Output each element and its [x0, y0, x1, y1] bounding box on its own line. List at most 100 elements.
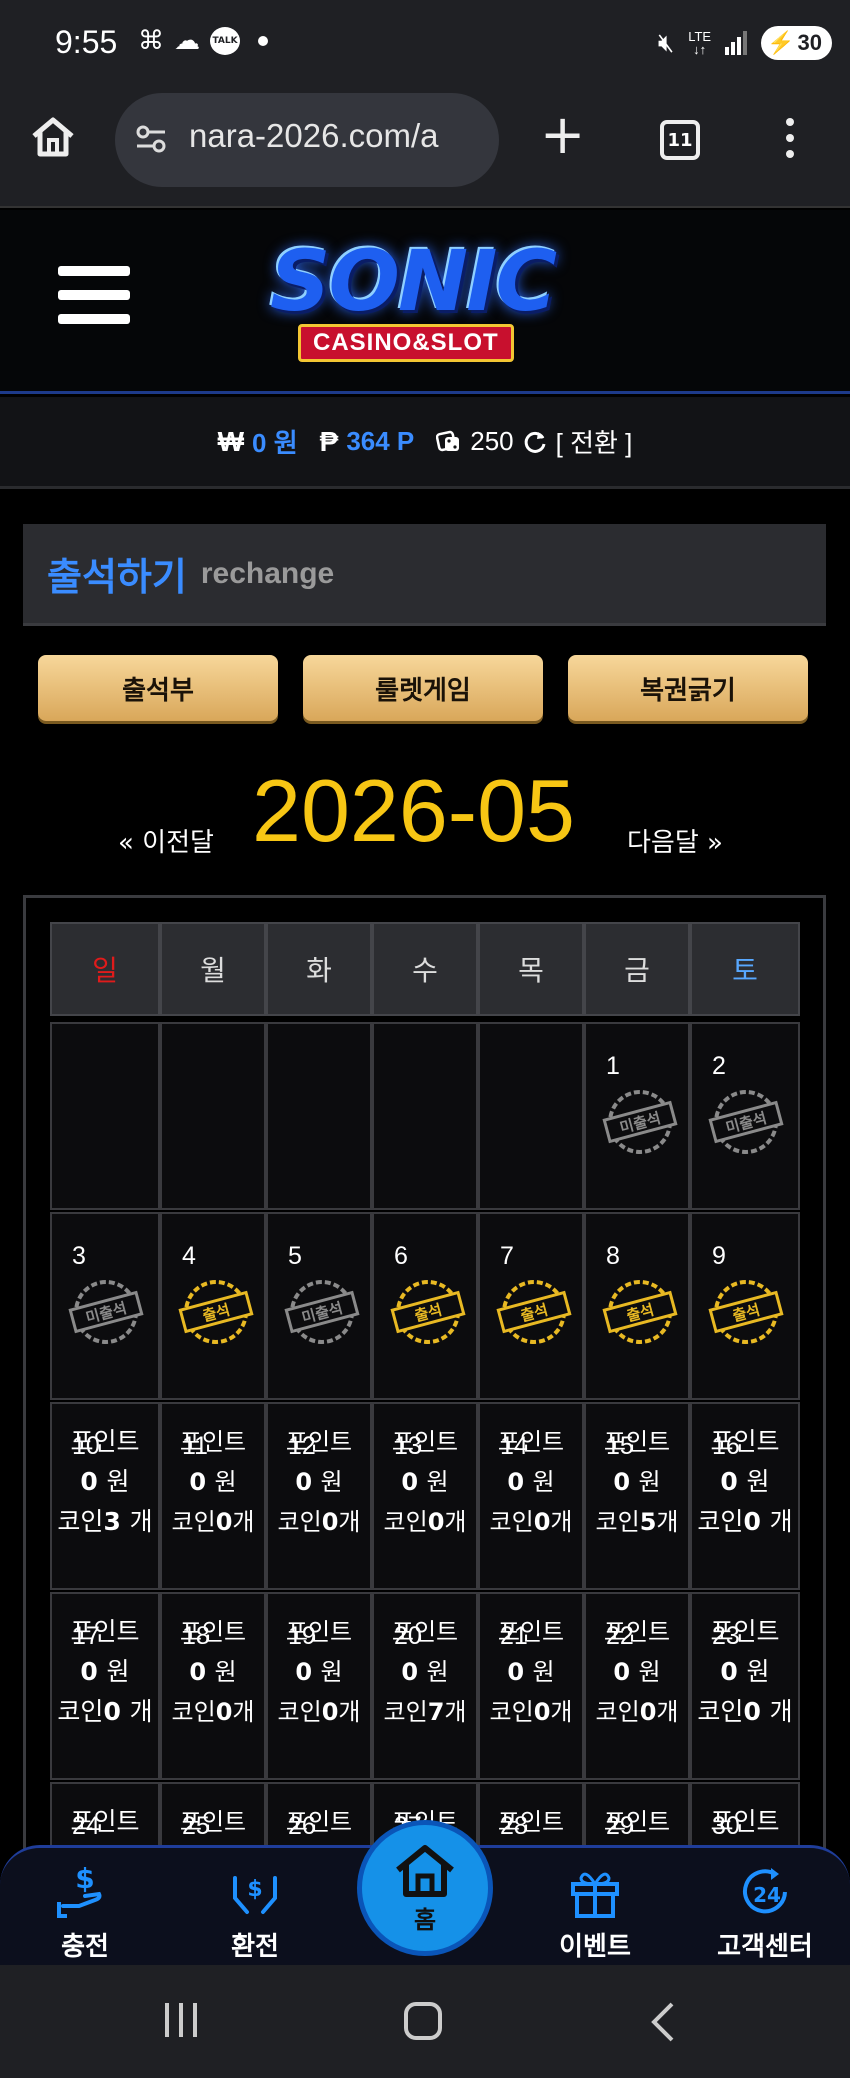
url-text[interactable]: nara-2026.com/a [189, 117, 489, 155]
calendar-day-cell[interactable]: 21 포인트 0 원 코인0개 [478, 1592, 584, 1780]
coin-value: 0 [533, 1508, 551, 1536]
day-number: 4 [182, 1242, 196, 1270]
point-label: 포인트 [710, 1807, 780, 1836]
point-label: 포인트 [603, 1428, 671, 1456]
talk-icon: TALK [210, 27, 240, 55]
coin-unit: 개 [129, 1507, 153, 1536]
nav-home-button[interactable]: 홈 [357, 1820, 493, 1956]
switch-button[interactable]: [ 전환 ] [556, 423, 633, 460]
coin-value: 0 [215, 1698, 233, 1726]
hamburger-menu-icon[interactable] [58, 266, 130, 338]
browser-home-icon[interactable] [30, 114, 76, 160]
day-reward-info: 포인트0 원코인0개 [586, 1612, 688, 1732]
calendar-day-cell[interactable]: 13 포인트 0 원 코인0개 [372, 1402, 478, 1590]
calendar-day-cell[interactable]: 23 포인트 0 원 코인0 개 [690, 1592, 800, 1780]
calendar-day-cell[interactable]: 22 포인트 0 원 코인0개 [584, 1592, 690, 1780]
day-reward-info: 포인트0 원코인0 개 [692, 1612, 798, 1732]
nav-event[interactable]: 이벤트 [520, 1858, 670, 1963]
nav-deposit-label: 충전 [61, 1932, 109, 1962]
calendar-day-cell[interactable]: 10 포인트 0 원 코인3 개 [50, 1402, 160, 1590]
coin-label: 코인 [57, 1697, 104, 1726]
calendar-day-cell[interactable]: 16 포인트 0 원 코인0 개 [690, 1402, 800, 1590]
coin-value: 0 [427, 1508, 445, 1536]
point-label: 포인트 [497, 1808, 565, 1836]
battery-indicator: ⚡ 30 [761, 26, 832, 60]
nav-support[interactable]: 24 고객센터 [690, 1858, 840, 1963]
point-value: 0 [720, 1467, 738, 1496]
calendar-day-cell[interactable]: 6 출석 [372, 1212, 478, 1400]
day-number: 9 [712, 1242, 726, 1270]
weekday-header-cell: 토 [690, 922, 800, 1016]
coin-label: 코인 [697, 1697, 744, 1726]
calendar-day-cell[interactable]: 5 미출석 [266, 1212, 372, 1400]
coin-unit: 개 [338, 1508, 361, 1536]
calendar-day-cell[interactable]: 8 출석 [584, 1212, 690, 1400]
point-value: 0 [295, 1658, 313, 1686]
cash-balance: ₩ 0 원 [218, 423, 298, 460]
svg-text:$: $ [247, 1877, 262, 1902]
system-icons: 🔇︎ LTE ↓↑ ⚡ 30 [658, 26, 832, 60]
notification-icons: ⌘ ☁ TALK [138, 26, 268, 56]
site-settings-icon[interactable] [135, 123, 167, 155]
nav-deposit[interactable]: $ 충전 [10, 1858, 160, 1963]
calendar-day-cell[interactable]: 1 미출석 [584, 1022, 690, 1210]
calendar-week-row: 1 미출석 2 미출석 [50, 1022, 800, 1210]
calendar-day-cell[interactable]: 11 포인트 0 원 코인0개 [160, 1402, 266, 1590]
point-label: 포인트 [70, 1427, 140, 1456]
new-tab-button[interactable]: + [540, 108, 585, 162]
address-bar[interactable]: nara-2026.com/a [115, 93, 499, 187]
coin-label: 코인 [595, 1508, 640, 1536]
refresh-icon[interactable] [522, 429, 548, 455]
day-reward-info: 포인트0 원코인0개 [480, 1422, 582, 1542]
site-logo[interactable]: SONIC CASINO&SLOT [250, 232, 610, 370]
month-navigation: « 이전달 2026-05 다음달 » [0, 760, 850, 870]
system-home-button[interactable] [404, 2002, 442, 2040]
weekday-header-cell: 화 [266, 922, 372, 1016]
won-unit: 원 [746, 1467, 770, 1496]
point-label: 포인트 [710, 1617, 780, 1646]
attendance-book-button[interactable]: 출석부 [38, 655, 278, 721]
attendance-calendar: 일월화수목금토 1 미출석 2 미출석 3 미출석 4 출석 5 미출석 6 출석 7 출석 8 출석 9 출석 1… [23, 895, 826, 1855]
browser-menu-button[interactable] [786, 118, 794, 158]
tab-switcher-button[interactable]: 11 [660, 120, 700, 160]
roulette-game-button[interactable]: 룰렛게임 [303, 655, 543, 721]
next-month-link[interactable]: 다음달 » [627, 822, 723, 859]
calendar-day-cell[interactable]: 12 포인트 0 원 코인0개 [266, 1402, 372, 1590]
recent-apps-button[interactable] [165, 2003, 197, 2037]
calendar-day-cell[interactable]: 3 미출석 [50, 1212, 160, 1400]
nav-exchange[interactable]: $ 환전 [180, 1858, 330, 1963]
calendar-day-cell[interactable]: 18 포인트 0 원 코인0개 [160, 1592, 266, 1780]
calendar-day-cell[interactable]: 15 포인트 0 원 코인5개 [584, 1402, 690, 1590]
calendar-day-cell[interactable]: 14 포인트 0 원 코인0개 [478, 1402, 584, 1590]
calendar-empty-cell [478, 1022, 584, 1210]
mute-icon: 🔇︎ [657, 27, 675, 58]
day-number: 1 [606, 1052, 620, 1080]
point-value: 0 [295, 1468, 313, 1496]
calendar-day-cell[interactable]: 2 미출석 [690, 1022, 800, 1210]
won-unit: 원 [532, 1468, 555, 1496]
won-unit: 원 [106, 1657, 130, 1686]
logo-subtext: CASINO&SLOT [298, 324, 514, 362]
more-notifications-dot [258, 36, 268, 46]
dice-icon [436, 430, 460, 451]
status-time: 9:55 [55, 24, 118, 60]
day-number: 8 [606, 1242, 620, 1270]
point-value: 0 [613, 1468, 631, 1496]
coin-unit: 개 [129, 1697, 153, 1726]
won-unit: 원 [426, 1658, 449, 1686]
calendar-day-cell[interactable]: 17 포인트 0 원 코인0 개 [50, 1592, 160, 1780]
prev-month-link[interactable]: « 이전달 [118, 822, 214, 859]
calendar-day-cell[interactable]: 19 포인트 0 원 코인0개 [266, 1592, 372, 1780]
point-icon: ₱ [319, 425, 339, 457]
page-title: 출석하기 [47, 555, 187, 599]
calendar-day-cell[interactable]: 9 출석 [690, 1212, 800, 1400]
system-back-button[interactable] [650, 2001, 676, 2043]
coin-unit: 개 [444, 1698, 467, 1726]
calendar-day-cell[interactable]: 4 출석 [160, 1212, 266, 1400]
site-header: SONIC CASINO&SLOT [0, 210, 850, 394]
calendar-day-cell[interactable]: 20 포인트 0 원 코인7개 [372, 1592, 478, 1780]
weekday-header-cell: 일 [50, 922, 160, 1016]
calendar-day-cell[interactable]: 7 출석 [478, 1212, 584, 1400]
current-month: 2026-05 [252, 761, 575, 860]
scratch-lottery-button[interactable]: 복권긁기 [568, 655, 808, 721]
